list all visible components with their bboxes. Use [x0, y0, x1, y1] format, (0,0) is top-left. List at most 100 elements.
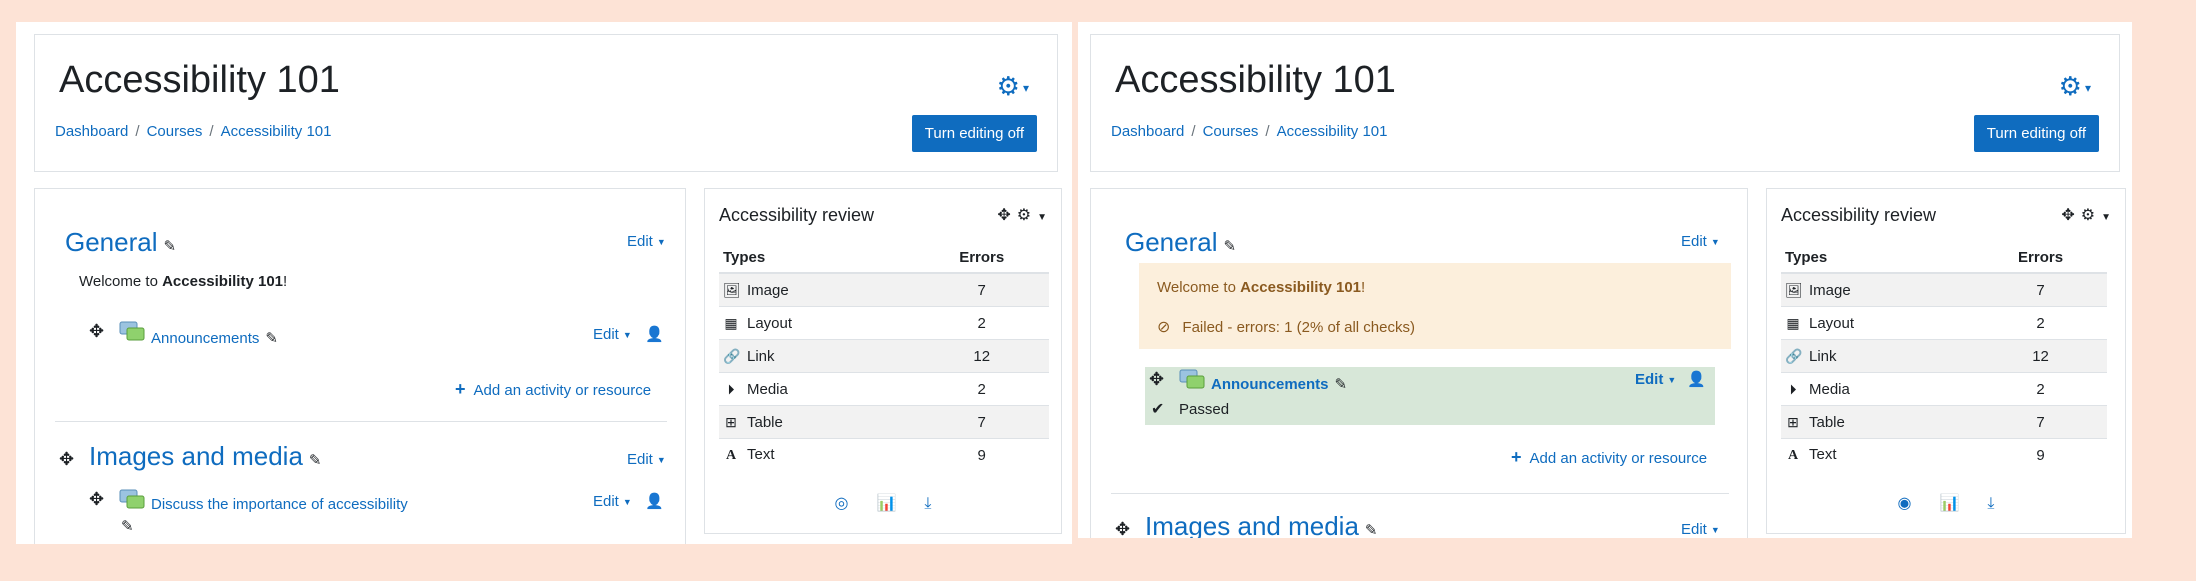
- edit-label[interactable]: Edit: [593, 326, 619, 343]
- table-row[interactable]: 🔗 Link 12: [719, 339, 1049, 373]
- table-row[interactable]: ▦ Layout 2: [1781, 306, 2107, 340]
- section-general-title[interactable]: General ✎: [1125, 227, 1236, 258]
- download-icon[interactable]: ⤓: [1987, 495, 1994, 512]
- gear-icon[interactable]: ⚙: [1017, 207, 1031, 224]
- report-chart-icon[interactable]: 📊: [876, 495, 896, 512]
- chevron-down-icon[interactable]: ▼: [1037, 212, 1047, 223]
- table-row[interactable]: A Text 9: [719, 438, 1049, 471]
- discuss-link[interactable]: Discuss the importance of accessibility: [151, 496, 408, 513]
- table-row[interactable]: ⏵ Media 2: [1781, 372, 2107, 406]
- breadcrumb-dashboard[interactable]: Dashboard: [1111, 123, 1184, 140]
- announcements-label[interactable]: Announcements: [1211, 376, 1329, 393]
- table-row[interactable]: A Text 9: [1781, 438, 2107, 471]
- section-general-link[interactable]: General: [65, 227, 158, 257]
- section-general-edit-menu[interactable]: Edit ▼: [1681, 233, 1720, 250]
- section-images-media-title[interactable]: Images and media ✎: [1145, 511, 1377, 538]
- chevron-down-icon: ▼: [1710, 525, 1720, 536]
- edit-label[interactable]: Edit: [1681, 233, 1707, 250]
- table-row[interactable]: 🖼 Image 7: [1781, 272, 2107, 307]
- section-images-edit-menu[interactable]: Edit ▼: [1681, 521, 1720, 538]
- error-count: 2: [1974, 372, 2107, 406]
- edit-label[interactable]: Edit: [627, 233, 653, 250]
- add-activity-label[interactable]: Add an activity or resource: [474, 382, 652, 399]
- toggle-highlight-eye-icon[interactable]: ◉: [1898, 495, 1912, 512]
- breadcrumb-dashboard[interactable]: Dashboard: [55, 123, 128, 140]
- edit-label[interactable]: Edit: [627, 451, 653, 468]
- edit-label[interactable]: Edit: [593, 493, 619, 510]
- pencil-icon[interactable]: ✎: [1335, 376, 1348, 393]
- table-row[interactable]: ⊞ Table 7: [719, 405, 1049, 439]
- table-row[interactable]: 🖼 Image 7: [719, 272, 1049, 307]
- move-icon[interactable]: ✥: [997, 207, 1010, 224]
- chevron-down-icon: ▾: [2084, 81, 2091, 96]
- move-icon[interactable]: ✥: [89, 321, 104, 342]
- passed-highlight-box: ✥ Announcements ✎ Edit ▼ 👤 ✔ Passed: [1145, 367, 1715, 425]
- user-icon[interactable]: 👤: [645, 492, 664, 510]
- report-chart-icon[interactable]: 📊: [1939, 495, 1959, 512]
- move-icon[interactable]: ✥: [1115, 519, 1130, 538]
- error-count: 2: [1974, 306, 2107, 340]
- announcements-label[interactable]: Announcements: [151, 330, 259, 347]
- user-icon[interactable]: 👤: [645, 325, 664, 343]
- type-label: Image: [1809, 281, 1851, 299]
- move-icon[interactable]: ✥: [2061, 207, 2074, 224]
- pencil-icon[interactable]: ✎: [309, 452, 322, 469]
- add-activity-button[interactable]: + Add an activity or resource: [1511, 447, 1707, 468]
- announcements-edit-menu[interactable]: Edit ▼: [1635, 371, 1676, 388]
- table-row[interactable]: 🔗 Link 12: [1781, 339, 2107, 373]
- column-header-errors: Errors: [1974, 243, 2107, 274]
- discuss-edit-menu[interactable]: Edit ▼: [593, 493, 632, 510]
- turn-editing-off-button[interactable]: Turn editing off: [911, 115, 1037, 152]
- section-images-media-link[interactable]: Images and media: [89, 441, 303, 471]
- section-images-media-title[interactable]: Images and media ✎: [89, 441, 321, 472]
- section-images-edit-menu[interactable]: Edit ▼: [627, 451, 666, 468]
- section-divider: [1111, 493, 1729, 494]
- breadcrumb: Dashboard / Courses / Accessibility 101: [55, 123, 332, 140]
- image-icon: 🖼: [1785, 281, 1803, 298]
- table-row[interactable]: ⏵ Media 2: [719, 372, 1049, 406]
- course-settings-gear-icon[interactable]: ⚙ ▾: [2059, 71, 2091, 102]
- pencil-icon[interactable]: ✎: [265, 330, 278, 347]
- pencil-icon[interactable]: ✎: [121, 517, 134, 535]
- section-images-media-link[interactable]: Images and media: [1145, 511, 1359, 538]
- add-activity-button[interactable]: + Add an activity or resource: [455, 379, 651, 400]
- breadcrumb-course[interactable]: Accessibility 101: [221, 123, 332, 140]
- course-settings-gear-icon[interactable]: ⚙ ▾: [997, 71, 1029, 102]
- section-general-title[interactable]: General ✎: [65, 227, 176, 258]
- page-title: Accessibility 101: [59, 59, 340, 101]
- gear-icon[interactable]: ⚙: [2081, 207, 2095, 224]
- download-icon[interactable]: ⤓: [924, 495, 931, 512]
- announcements-link[interactable]: Announcements ✎: [151, 329, 278, 347]
- user-icon[interactable]: 👤: [1687, 370, 1706, 388]
- section-general-link[interactable]: General: [1125, 227, 1218, 257]
- toggle-highlight-eye-slash-icon[interactable]: ◎: [835, 495, 849, 512]
- chevron-down-icon: ▼: [656, 237, 666, 248]
- breadcrumb-courses[interactable]: Courses: [147, 123, 203, 140]
- error-count: 9: [914, 438, 1049, 471]
- failed-status: ⊘ Failed - errors: 1 (2% of all checks): [1157, 317, 1415, 337]
- table-row[interactable]: ▦ Layout 2: [719, 306, 1049, 340]
- pencil-icon[interactable]: ✎: [164, 238, 177, 255]
- move-icon[interactable]: ✥: [89, 489, 104, 510]
- add-activity-label[interactable]: Add an activity or resource: [1530, 450, 1708, 467]
- move-icon[interactable]: ✥: [1149, 369, 1164, 390]
- welcome-course-name: Accessibility 101: [1240, 279, 1362, 296]
- pencil-icon[interactable]: ✎: [1224, 238, 1237, 255]
- block-title: Accessibility review: [719, 205, 875, 225]
- turn-editing-off-button[interactable]: Turn editing off: [1973, 115, 2099, 152]
- edit-label[interactable]: Edit: [1681, 521, 1707, 538]
- section-general-edit-menu[interactable]: Edit ▼: [627, 233, 666, 250]
- error-count: 7: [914, 405, 1049, 439]
- announcements-edit-menu[interactable]: Edit ▼: [593, 326, 632, 343]
- pencil-icon[interactable]: ✎: [1365, 522, 1378, 538]
- breadcrumb-course[interactable]: Accessibility 101: [1277, 123, 1388, 140]
- screen-editing-view: Accessibility 101 ⚙ ▾ Dashboard / Courses / A…: [16, 22, 1072, 544]
- link-icon: 🔗: [723, 347, 741, 364]
- announcements-link[interactable]: Announcements ✎: [1211, 375, 1347, 393]
- edit-label[interactable]: Edit: [1635, 371, 1663, 388]
- table-row[interactable]: ⊞ Table 7: [1781, 405, 2107, 439]
- breadcrumb-courses[interactable]: Courses: [1203, 123, 1259, 140]
- error-count: 9: [1974, 438, 2107, 471]
- move-icon[interactable]: ✥: [59, 449, 74, 470]
- chevron-down-icon[interactable]: ▼: [2101, 212, 2111, 223]
